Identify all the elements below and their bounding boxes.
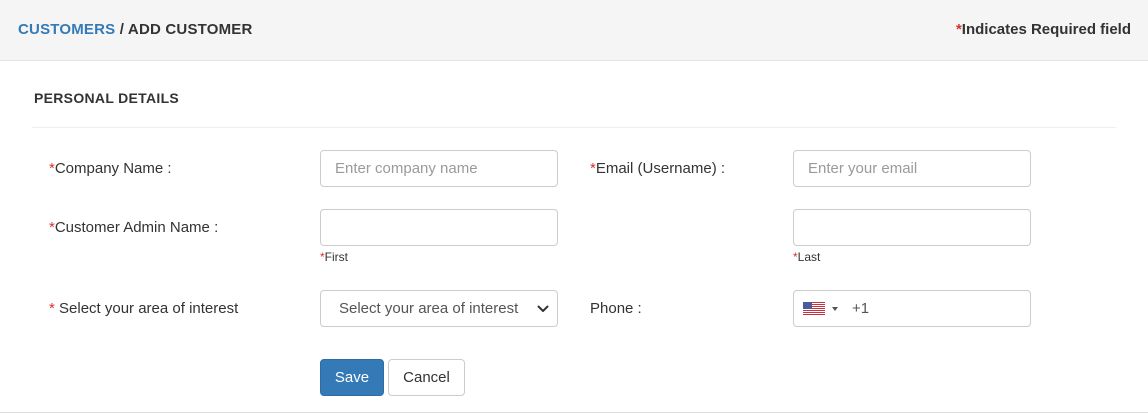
email-label: *Email (Username) : [590, 160, 726, 177]
chevron-down-icon [537, 305, 549, 312]
section-title: PERSONAL DETAILS [34, 90, 180, 106]
section-divider [32, 127, 1116, 128]
last-name-hint: *Last [793, 250, 821, 264]
company-name-input[interactable] [320, 150, 558, 187]
first-name-hint: *First [320, 250, 348, 264]
cancel-button[interactable]: Cancel [388, 359, 465, 396]
dial-code: +1 [852, 300, 870, 317]
us-flag-icon [803, 302, 825, 315]
breadcrumb-customers-link[interactable]: CUSTOMERS [18, 21, 115, 38]
breadcrumb-separator: / [115, 21, 128, 38]
save-button[interactable]: Save [320, 359, 384, 396]
phone-label: Phone : [590, 300, 642, 317]
form-panel: PERSONAL DETAILS *Company Name : *Email … [0, 61, 1148, 413]
interest-select[interactable]: Select your area of interest [320, 290, 558, 327]
breadcrumb-current: ADD CUSTOMER [127, 21, 253, 38]
company-name-label: *Company Name : [49, 160, 172, 177]
interest-selected-value: Select your area of interest [339, 300, 519, 317]
required-field-note: *Indicates Required field [956, 21, 1131, 38]
page-header: CUSTOMERS / ADD CUSTOMER *Indicates Requ… [0, 0, 1148, 61]
admin-last-name-input[interactable] [793, 209, 1031, 246]
country-code-selector[interactable] [803, 302, 843, 316]
email-input[interactable] [793, 150, 1031, 187]
admin-name-label: *Customer Admin Name : [49, 219, 219, 236]
caret-down-icon [832, 307, 838, 311]
required-note-text: Indicates Required field [961, 21, 1131, 38]
breadcrumb: CUSTOMERS / ADD CUSTOMER [18, 21, 253, 38]
interest-label: * Select your area of interest [49, 300, 239, 317]
admin-first-name-input[interactable] [320, 209, 558, 246]
phone-input[interactable]: +1 [793, 290, 1031, 327]
